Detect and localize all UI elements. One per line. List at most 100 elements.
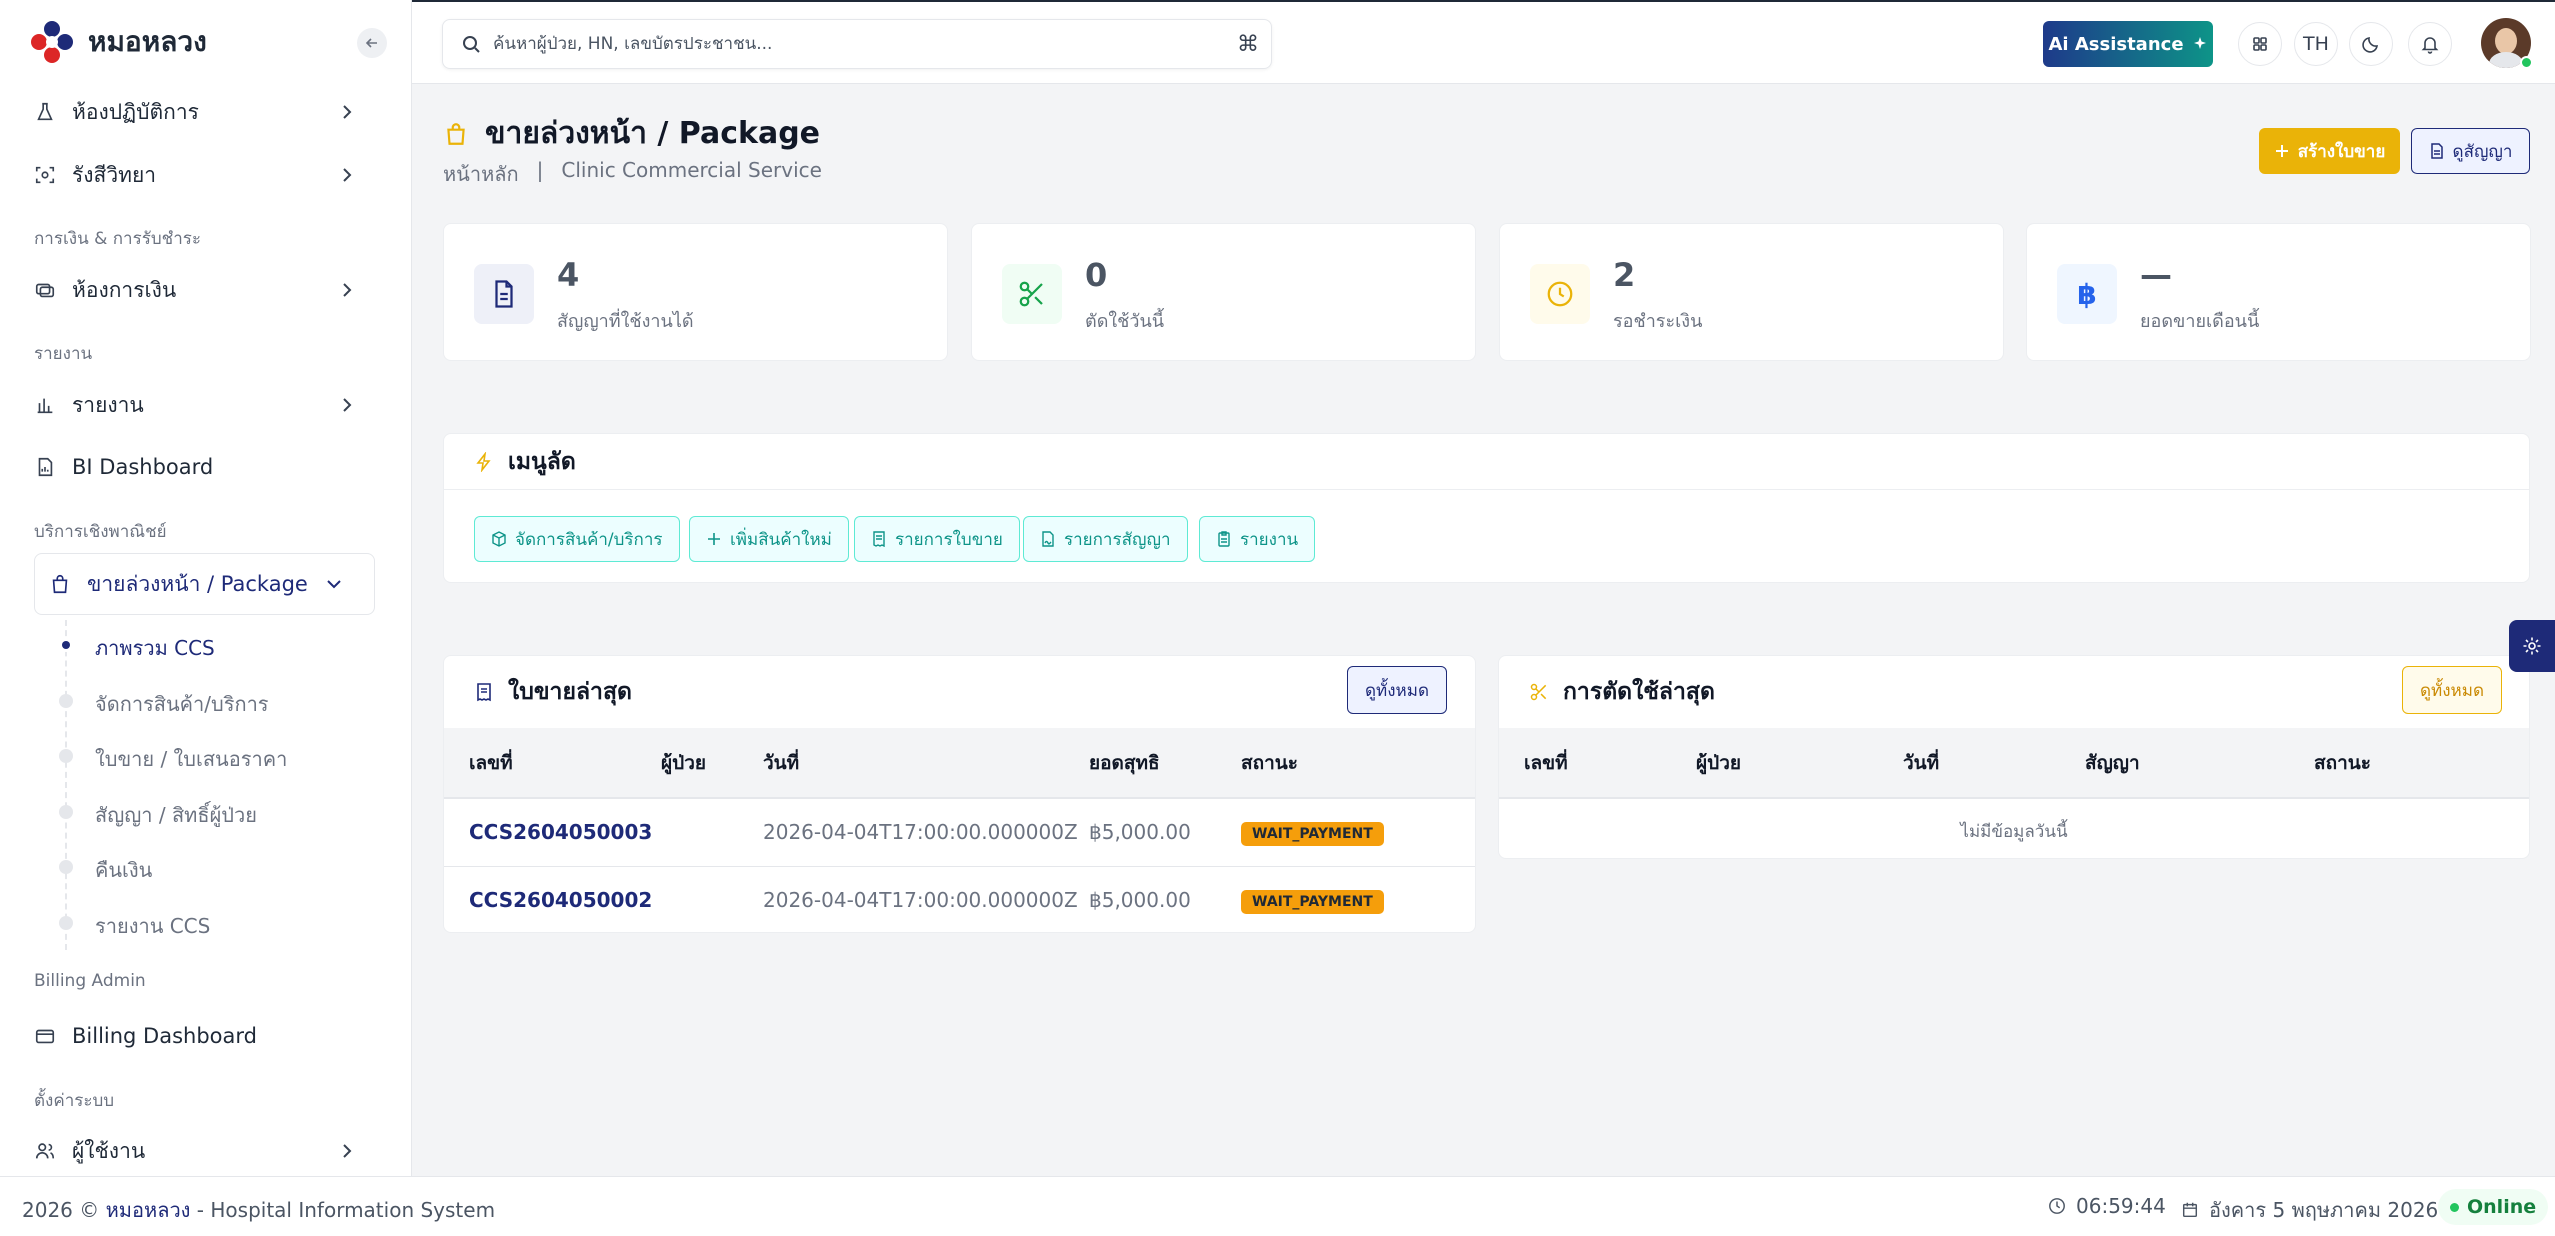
sidebar-item-lab[interactable]: ห้องปฏิบัติการ [34,81,387,143]
file-signature-icon [1040,531,1056,547]
column-header[interactable]: เลขที่ [444,728,661,799]
shortcut-label: รายการใบขาย [895,529,1003,550]
latest-sales-table: เลขที่ ผู้ป่วย วันที่ ยอดสุทธิ สถานะ CCS… [444,728,1475,932]
submenu-item-sales-quotes[interactable]: ใบขาย / ใบเสนอราคา [95,743,287,775]
notifications-button[interactable] [2408,22,2452,66]
latest-usage-title: การตัดใช้ล่าสุด [1563,679,1715,705]
online-dot [2450,1202,2459,1212]
sidebar: หมอหลวง ห้องปฏิบัติการ รังสีวิทยา การเงิ… [0,0,412,1176]
column-header[interactable]: เลขที่ [1499,728,1696,799]
apps-button[interactable] [2238,22,2282,66]
sidebar-item-label: Billing Dashboard [72,1024,257,1048]
table-row[interactable]: CCS2604050003 2026-04-04T17:00:00.000000… [444,798,1475,867]
column-header[interactable]: สถานะ [2314,728,2529,799]
stat-value: 2 [1613,256,1636,294]
stat-icon-box [1002,264,1062,324]
calendar-icon [2181,1201,2199,1219]
view-all-sales-button[interactable]: ดูทั้งหมด [1347,666,1447,714]
shortcut-reports[interactable]: รายงาน [1199,516,1316,562]
shortcut-add-product[interactable]: เพิ่มสินค้าใหม่ [689,516,849,562]
sidebar-item-package[interactable]: ขายล่วงหน้า / Package [34,553,375,615]
sidebar-item-billing-dashboard[interactable]: Billing Dashboard [34,1005,387,1067]
ai-assistance-button[interactable]: Ai Assistance [2043,21,2213,67]
column-header[interactable]: ยอดสุทธิ [1089,728,1241,799]
submenu-item-products[interactable]: จัดการสินค้า/บริการ [95,688,269,720]
submenu-item-contracts[interactable]: สัญญา / สิทธิ์ผู้ป่วย [95,799,257,831]
create-sale-button[interactable]: สร้างใบขาย [2259,128,2400,174]
stat-card-active-contracts: 4 สัญญาที่ใช้งานได้ [443,223,948,361]
shopping-bag-icon [443,121,469,147]
column-header[interactable]: วันที่ [1903,728,2085,799]
footer-year: 2026 © [22,1198,100,1222]
section-label-commercial: บริการเชิงพาณิชย์ [34,522,167,542]
search-icon [461,34,481,54]
gear-icon [2522,636,2542,656]
shortcut-sales-list[interactable]: รายการใบขาย [854,516,1020,562]
table-row[interactable]: CCS2604050002 2026-04-04T17:00:00.000000… [444,866,1475,932]
shortcuts-header: เมนูลัด [444,434,2529,490]
sale-number[interactable]: CCS2604050003 [444,798,661,867]
column-header[interactable]: สถานะ [1241,728,1475,799]
language-button[interactable]: TH [2294,22,2338,66]
stat-card-monthly-sales: ฿ — ยอดขายเดือนนี้ [2026,223,2531,361]
shortcut-label: รายการสัญญา [1064,529,1171,550]
create-sale-label: สร้างใบขาย [2297,141,2386,162]
sale-patient [661,798,763,867]
settings-drawer-button[interactable] [2509,620,2555,672]
stat-value: 0 [1085,256,1108,294]
dark-mode-toggle[interactable] [2349,22,2393,66]
stat-value: 4 [557,256,580,294]
sale-status-cell: WAIT_PAYMENT [1241,866,1475,932]
breadcrumb-separator: | [536,158,544,182]
avatar-body [2489,52,2523,68]
sidebar-item-reports[interactable]: รายงาน [34,374,387,436]
stat-label: รอชำระเงิน [1613,311,1703,332]
sidebar-item-label: ห้องปฏิบัติการ [72,99,199,124]
submenu-dot [59,805,73,819]
bar-chart-icon [34,394,56,416]
footer-copyright: 2026 © หมอหลวง - Hospital Information Sy… [22,1194,495,1226]
view-contracts-button[interactable]: ดูสัญญา [2411,128,2530,174]
stat-value: — [2140,256,2172,294]
stat-label: ยอดขายเดือนนี้ [2140,311,2260,332]
footer-brand-link[interactable]: หมอหลวง [106,1198,191,1222]
section-label-settings: ตั้งค่าระบบ [34,1091,115,1111]
column-header[interactable]: ผู้ป่วย [1696,728,1903,799]
stat-label: สัญญาที่ใช้งานได้ [557,311,694,332]
shortcut-label: เพิ่มสินค้าใหม่ [730,529,832,550]
stat-card-used-today: 0 ตัดใช้วันนี้ [971,223,1476,361]
stat-label: ตัดใช้วันนี้ [1085,311,1165,332]
search-input[interactable] [493,34,1271,54]
section-label-reports: รายงาน [34,344,93,364]
submenu-item-ccs-overview[interactable]: ภาพรวม CCS [95,632,215,664]
submenu-dot [59,916,73,930]
chevron-right-icon [337,165,357,185]
shortcut-contract-list[interactable]: รายการสัญญา [1023,516,1188,562]
submenu-item-refunds[interactable]: คืนเงิน [95,854,152,886]
page-title-text: ขายล่วงหน้า / Package [485,116,821,151]
breadcrumb-home[interactable]: หน้าหลัก [443,158,519,190]
column-header[interactable]: วันที่ [763,728,1089,799]
table-header-row: เลขที่ ผู้ป่วย วันที่ สัญญา สถานะ [1499,728,2529,799]
receipt-icon [474,682,494,702]
view-contracts-label: ดูสัญญา [2452,141,2513,162]
brand[interactable]: หมอหลวง [30,20,207,64]
sidebar-item-radiology[interactable]: รังสีวิทยา [34,144,387,206]
column-header[interactable]: สัญญา [2085,728,2314,799]
sidebar-item-cashier[interactable]: ห้องการเงิน [34,259,387,321]
shopping-bag-icon [49,573,71,595]
view-all-usage-button[interactable]: ดูทั้งหมด [2402,666,2502,714]
global-search[interactable]: ⌘ [442,19,1272,69]
collapse-sidebar-button[interactable] [357,28,387,58]
latest-usage-card: การตัดใช้ล่าสุด ดูทั้งหมด เลขที่ ผู้ป่วย… [1498,655,2530,859]
sale-patient [661,866,763,932]
submenu-item-ccs-report[interactable]: รายงาน CCS [95,910,210,942]
lightning-icon [474,451,494,472]
shortcut-manage-products[interactable]: จัดการสินค้า/บริการ [474,516,680,562]
sidebar-item-bi-dashboard[interactable]: BI Dashboard [34,436,387,498]
column-header[interactable]: ผู้ป่วย [661,728,763,799]
sale-number[interactable]: CCS2604050002 [444,866,661,932]
sidebar-item-users[interactable]: ผู้ใช้งาน [34,1120,387,1176]
submenu-dot [59,694,73,708]
section-label-billing-admin: Billing Admin [34,971,146,991]
